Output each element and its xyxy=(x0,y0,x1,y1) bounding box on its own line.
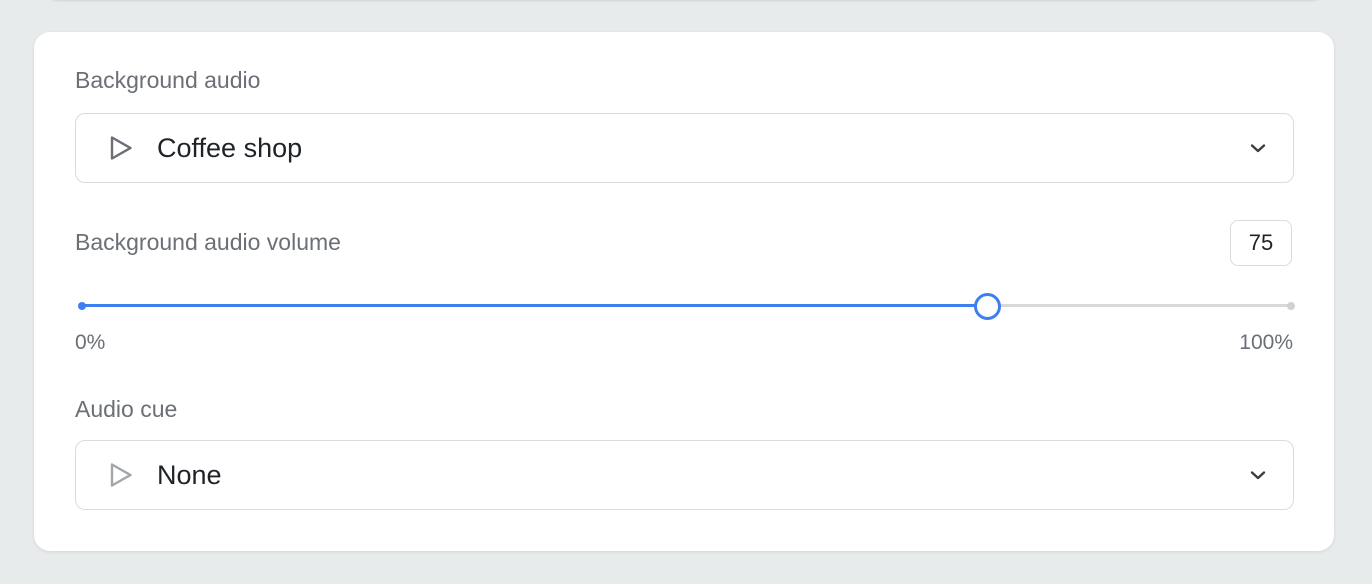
slider-thumb[interactable] xyxy=(973,293,1001,320)
play-icon[interactable] xyxy=(108,461,134,489)
audio-cue-label: Audio cue xyxy=(75,396,178,422)
background-audio-label: Background audio xyxy=(75,67,261,93)
volume-slider[interactable] xyxy=(75,293,1295,320)
audio-cue-select[interactable]: None xyxy=(75,440,1294,510)
background-audio-value: Coffee shop xyxy=(157,133,303,163)
chevron-down-icon xyxy=(1250,144,1266,153)
chevron-down-icon xyxy=(1250,471,1266,480)
volume-value-input[interactable]: 75 xyxy=(1230,220,1292,266)
slider-fill xyxy=(81,304,987,307)
slider-start-dot xyxy=(78,302,86,310)
volume-min-label: 0% xyxy=(75,331,106,354)
slider-end-dot xyxy=(1287,302,1295,310)
background-audio-volume-label: Background audio volume xyxy=(75,229,341,255)
audio-cue-value: None xyxy=(157,460,222,490)
volume-max-label: 100% xyxy=(1239,331,1293,354)
audio-settings-card: Background audio Coffee shop Background … xyxy=(34,32,1334,551)
background-audio-select[interactable]: Coffee shop xyxy=(75,113,1294,183)
play-icon[interactable] xyxy=(108,134,134,162)
